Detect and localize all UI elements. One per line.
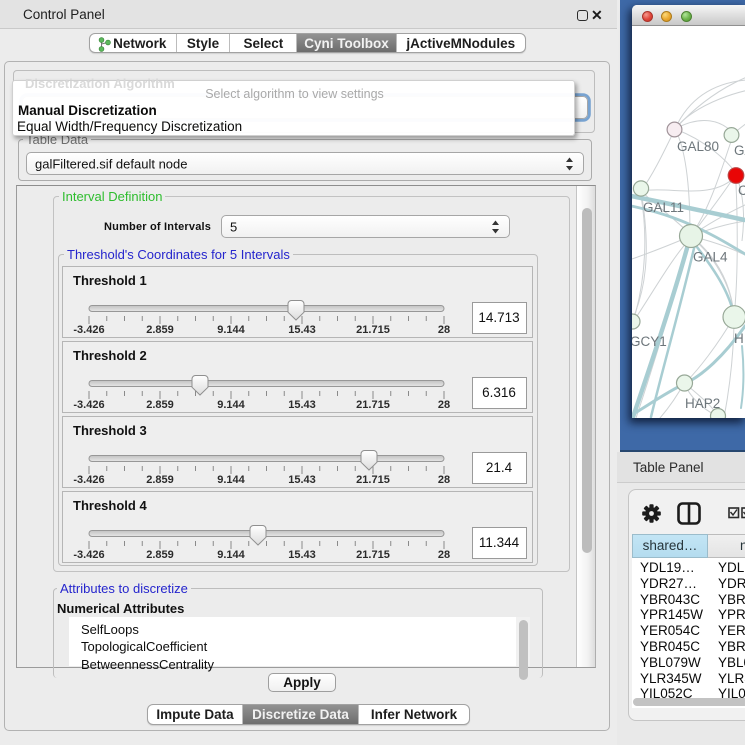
svg-text:28: 28 <box>438 324 450 336</box>
svg-text:2.859: 2.859 <box>146 474 174 486</box>
svg-text:GA: GA <box>734 143 745 158</box>
svg-text:28: 28 <box>438 399 450 411</box>
svg-text:21.715: 21.715 <box>356 474 390 486</box>
svg-text:28: 28 <box>438 549 450 561</box>
svg-text:15.43: 15.43 <box>288 549 316 561</box>
svg-text:H: H <box>734 331 744 346</box>
svg-text:15.43: 15.43 <box>288 474 316 486</box>
svg-text:9.144: 9.144 <box>217 474 245 486</box>
svg-text:21.715: 21.715 <box>356 399 390 411</box>
svg-text:HAP2: HAP2 <box>685 396 720 411</box>
svg-text:GAL4: GAL4 <box>693 250 728 265</box>
svg-text:2.859: 2.859 <box>146 324 174 336</box>
svg-text:2.859: 2.859 <box>146 399 174 411</box>
svg-text:C: C <box>738 183 745 198</box>
svg-text:-3.426: -3.426 <box>73 474 104 486</box>
svg-text:28: 28 <box>438 474 450 486</box>
svg-text:GAL11: GAL11 <box>643 200 684 215</box>
svg-text:9.144: 9.144 <box>217 324 245 336</box>
svg-text:-3.426: -3.426 <box>73 324 104 336</box>
svg-text:15.43: 15.43 <box>288 324 316 336</box>
svg-text:GAL80: GAL80 <box>677 139 719 154</box>
svg-text:2.859: 2.859 <box>146 549 174 561</box>
svg-text:-3.426: -3.426 <box>73 549 104 561</box>
svg-text:21.715: 21.715 <box>356 324 390 336</box>
svg-text:9.144: 9.144 <box>217 399 245 411</box>
svg-text:21.715: 21.715 <box>356 549 390 561</box>
svg-text:15.43: 15.43 <box>288 399 316 411</box>
svg-text:9.144: 9.144 <box>217 549 245 561</box>
svg-text:-3.426: -3.426 <box>73 399 104 411</box>
svg-text:GCY1: GCY1 <box>632 334 667 349</box>
